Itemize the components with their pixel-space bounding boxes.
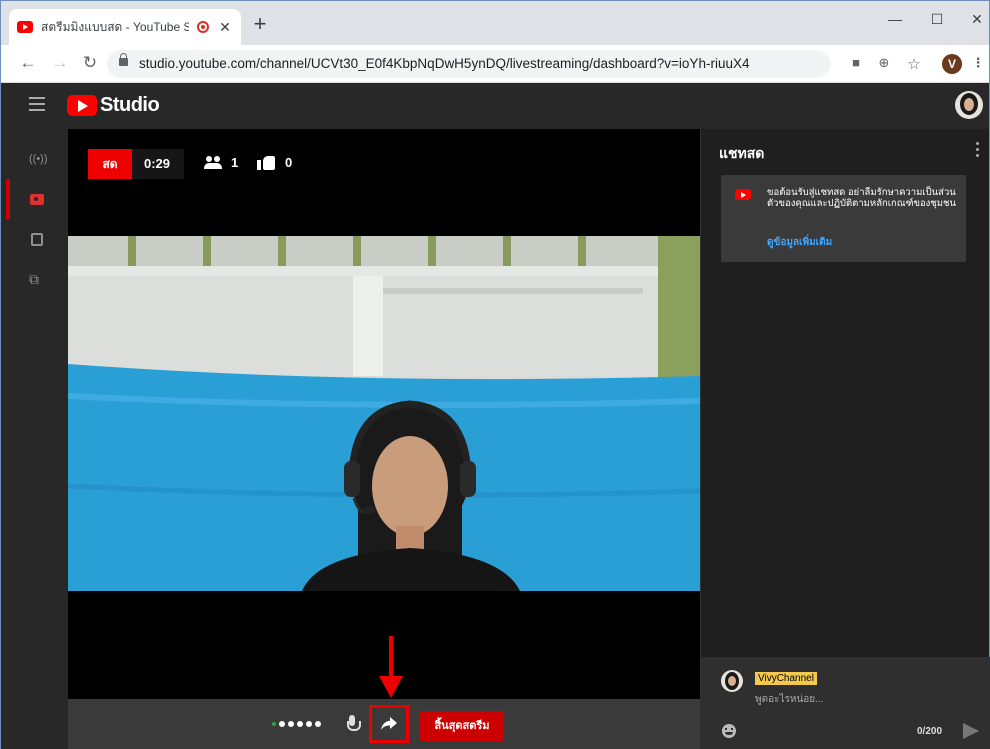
tab-strip: สตรีมมิงแบบสด - YouTube Stuc ✕ + — ☐ ✕ — [1, 1, 989, 45]
browser-window: สตรีมมิงแบบสด - YouTube Stuc ✕ + — ☐ ✕ ←… — [0, 0, 990, 749]
share-button[interactable] — [369, 705, 409, 743]
chat-title: แชทสด — [719, 145, 765, 161]
welcome-message: ขอต้อนรับสู่แชทสด อย่าลืมรักษาความเป็นส่… — [767, 187, 956, 209]
bookmark-star-icon[interactable]: ☆ — [905, 55, 923, 73]
chat-message-input[interactable]: พูดอะไรหน่อย... — [755, 692, 824, 707]
share-arrow-icon — [381, 717, 397, 730]
chat-more-icon[interactable] — [976, 142, 982, 160]
profile-avatar[interactable]: V — [942, 54, 962, 74]
nav-item-encoder[interactable]: ⧉ — [1, 259, 68, 299]
learn-more-link[interactable]: ดูข้อมูลเพิ่มเติม — [767, 235, 832, 250]
stream-control-bar: สิ้นสุดสตรีม — [68, 699, 700, 749]
youtube-logo-icon[interactable] — [67, 95, 97, 116]
video-stage: สด 0:29 1 0 — [68, 129, 700, 699]
live-status-badge: สด 0:29 — [88, 149, 184, 179]
minimize-button[interactable]: — — [885, 11, 905, 27]
char-counter: 0/200 — [917, 726, 943, 737]
browser-tab[interactable]: สตรีมมิงแบบสด - YouTube Stuc ✕ — [9, 9, 241, 45]
new-tab-button[interactable]: + — [249, 13, 271, 35]
nav-item-manage[interactable] — [1, 219, 68, 259]
tab-close-button[interactable]: ✕ — [217, 19, 233, 36]
camera-icon — [30, 193, 44, 205]
emoji-icon[interactable] — [722, 724, 736, 738]
camera-indicator-icon[interactable]: ■ — [847, 55, 865, 70]
chat-input-area: VivyChannel พูดอะไรหน่อย... 0/200 — [701, 657, 990, 749]
nav-item-webcam[interactable] — [1, 179, 68, 219]
reload-button[interactable]: ↻ — [79, 53, 101, 73]
address-bar[interactable]: studio.youtube.com/channel/UCVt30_E0f4Kb… — [107, 50, 831, 78]
recording-icon — [197, 21, 209, 33]
youtube-favicon-icon — [17, 21, 33, 33]
studio-logo-text: Studio — [100, 94, 160, 116]
zoom-icon[interactable]: ⊕ — [875, 55, 893, 71]
forward-button[interactable]: → — [49, 53, 71, 73]
left-nav: ((•)) ⧉ — [1, 129, 68, 749]
viewers-icon — [204, 156, 224, 170]
annotation-arrow-icon — [379, 636, 403, 698]
like-icon — [257, 154, 275, 170]
browser-toolbar: ← → ↻ studio.youtube.com/channel/UCVt30_… — [1, 45, 989, 83]
calendar-icon — [31, 232, 43, 246]
close-window-button[interactable]: ✕ — [967, 11, 987, 28]
studio-app: Studio ((•)) ⧉ สด 0:29 1 0 สิ้นสุดสตรีม … — [1, 83, 990, 749]
encoder-icon: ⧉ — [29, 270, 39, 287]
menu-icon[interactable] — [29, 97, 45, 111]
send-icon[interactable] — [963, 723, 979, 739]
end-stream-button[interactable]: สิ้นสุดสตรีม — [420, 711, 504, 741]
broadcast-icon: ((•)) — [29, 153, 48, 165]
maximize-button[interactable]: ☐ — [927, 11, 947, 28]
channel-avatar[interactable] — [955, 91, 983, 119]
back-button[interactable]: ← — [17, 53, 39, 73]
webcam-preview — [68, 236, 700, 591]
microphone-icon[interactable] — [347, 715, 361, 735]
chat-username: VivyChannel — [755, 672, 817, 685]
chat-welcome-card: ขอต้อนรับสู่แชทสด อย่าลืมรักษาความเป็นส่… — [721, 175, 966, 262]
youtube-icon — [735, 189, 751, 200]
url-text: studio.youtube.com/channel/UCVt30_E0f4Kb… — [139, 56, 750, 71]
viewer-count: 1 — [231, 155, 239, 170]
like-count: 0 — [285, 155, 293, 170]
elapsed-time: 0:29 — [144, 156, 171, 171]
user-avatar — [721, 670, 743, 692]
nav-item-stream[interactable]: ((•)) — [1, 139, 68, 179]
live-label: สด — [88, 149, 132, 179]
audio-level-indicator — [272, 721, 321, 727]
studio-header: Studio — [1, 83, 989, 129]
live-chat-panel: แชทสด ขอต้อนรับสู่แชทสด อย่าลืมรักษาความ… — [700, 129, 990, 749]
chrome-menu-icon[interactable]: ⋮ — [969, 55, 987, 71]
lock-icon — [119, 53, 128, 66]
tab-title: สตรีมมิงแบบสด - YouTube Stuc — [41, 19, 189, 34]
webcam-image — [68, 236, 700, 591]
